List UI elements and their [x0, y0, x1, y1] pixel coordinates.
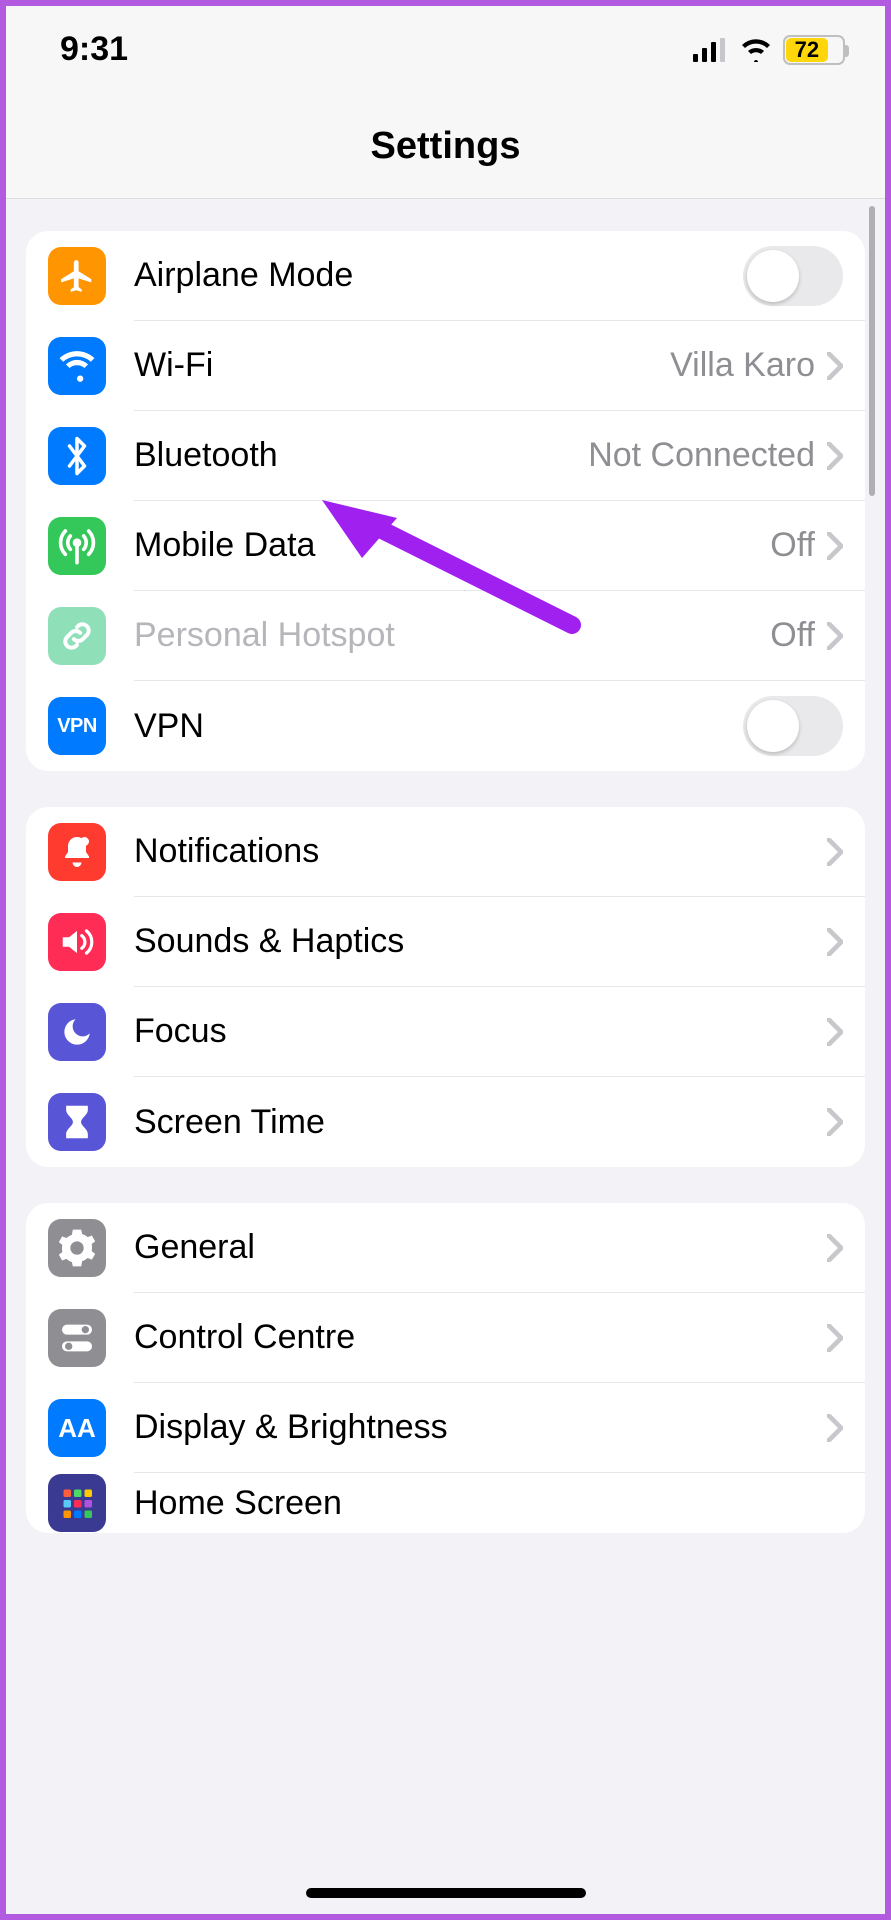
row-label: Personal Hotspot	[134, 616, 770, 655]
row-value: Off	[770, 526, 815, 565]
row-label: Screen Time	[134, 1103, 827, 1142]
row-wifi[interactable]: Wi-Fi Villa Karo	[26, 321, 865, 411]
status-bar: 9:31 72	[6, 6, 885, 79]
status-time: 9:31	[60, 30, 128, 69]
grid-icon	[48, 1474, 106, 1532]
row-general[interactable]: General	[26, 1203, 865, 1293]
row-label: Display & Brightness	[134, 1408, 827, 1447]
wifi-icon	[48, 337, 106, 395]
chevron-right-icon	[827, 1018, 843, 1046]
page-title: Settings	[6, 79, 885, 199]
row-label: Focus	[134, 1012, 827, 1051]
row-label: Bluetooth	[134, 436, 588, 475]
row-value: Villa Karo	[670, 346, 815, 385]
chevron-right-icon	[827, 928, 843, 956]
row-value: Off	[770, 616, 815, 655]
status-indicators: 72	[693, 35, 845, 65]
row-label: Mobile Data	[134, 526, 770, 565]
bell-icon	[48, 823, 106, 881]
chevron-right-icon	[827, 838, 843, 866]
chevron-right-icon	[827, 1108, 843, 1136]
row-value: Not Connected	[588, 436, 815, 475]
row-airplane[interactable]: Airplane Mode	[26, 231, 865, 321]
row-label: General	[134, 1228, 827, 1267]
cellular-icon	[693, 38, 729, 62]
row-label: Control Centre	[134, 1318, 827, 1357]
speaker-icon	[48, 913, 106, 971]
row-notifications[interactable]: Notifications	[26, 807, 865, 897]
vpn-toggle[interactable]	[743, 696, 843, 756]
row-label: Home Screen	[134, 1484, 843, 1523]
row-label: Notifications	[134, 832, 827, 871]
row-display[interactable]: AA Display & Brightness	[26, 1383, 865, 1473]
row-focus[interactable]: Focus	[26, 987, 865, 1077]
row-screen-time[interactable]: Screen Time	[26, 1077, 865, 1167]
chevron-right-icon	[827, 352, 843, 380]
home-indicator	[306, 1888, 586, 1898]
scrollbar[interactable]	[869, 206, 875, 496]
bluetooth-icon	[48, 427, 106, 485]
antenna-icon	[48, 517, 106, 575]
chevron-right-icon	[827, 1324, 843, 1352]
wifi-status-icon	[739, 38, 773, 62]
row-bluetooth[interactable]: Bluetooth Not Connected	[26, 411, 865, 501]
chevron-right-icon	[827, 442, 843, 470]
row-mobile-data[interactable]: Mobile Data Off	[26, 501, 865, 591]
chevron-right-icon	[827, 1414, 843, 1442]
row-sounds[interactable]: Sounds & Haptics	[26, 897, 865, 987]
row-hotspot[interactable]: Personal Hotspot Off	[26, 591, 865, 681]
gear-icon	[48, 1219, 106, 1277]
hourglass-icon	[48, 1093, 106, 1151]
row-home-screen[interactable]: Home Screen	[26, 1473, 865, 1533]
aa-icon: AA	[48, 1399, 106, 1457]
chevron-right-icon	[827, 622, 843, 650]
vpn-icon: VPN	[48, 697, 106, 755]
row-vpn[interactable]: VPN VPN	[26, 681, 865, 771]
settings-scroll[interactable]: Airplane Mode Wi-Fi Villa Karo Bluetooth…	[6, 231, 885, 1533]
system-group: General Control Centre AA Display & Brig…	[26, 1203, 865, 1533]
airplane-toggle[interactable]	[743, 246, 843, 306]
chevron-right-icon	[827, 532, 843, 560]
moon-icon	[48, 1003, 106, 1061]
switches-icon	[48, 1309, 106, 1367]
row-label: Airplane Mode	[134, 256, 743, 295]
row-label: VPN	[134, 707, 743, 746]
row-label: Sounds & Haptics	[134, 922, 827, 961]
link-icon	[48, 607, 106, 665]
connectivity-group: Airplane Mode Wi-Fi Villa Karo Bluetooth…	[26, 231, 865, 771]
row-control-centre[interactable]: Control Centre	[26, 1293, 865, 1383]
battery-icon: 72	[783, 35, 845, 65]
row-label: Wi-Fi	[134, 346, 670, 385]
battery-level: 72	[786, 38, 828, 62]
chevron-right-icon	[827, 1234, 843, 1262]
alerts-group: Notifications Sounds & Haptics Focus	[26, 807, 865, 1167]
airplane-icon	[48, 247, 106, 305]
